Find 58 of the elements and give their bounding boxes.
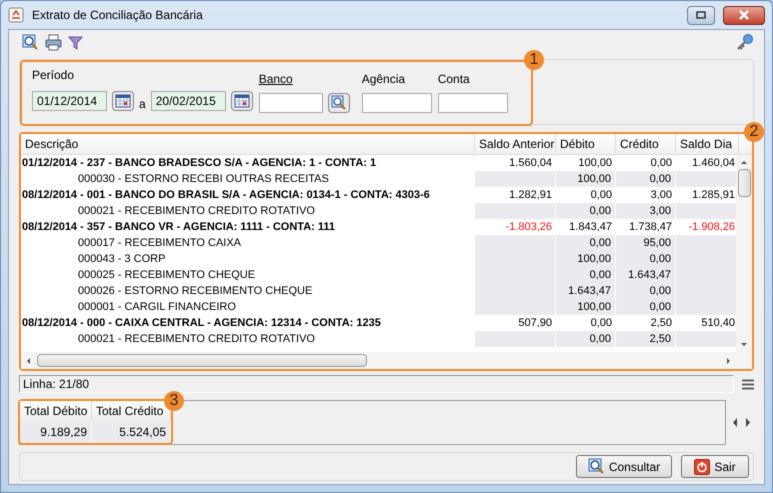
table-cell: 1.643,47 <box>556 283 616 299</box>
scroll-right-icon[interactable] <box>744 418 750 427</box>
table-cell: 0,00 <box>616 171 676 187</box>
bank-link[interactable]: Banco <box>258 70 350 88</box>
calendar-button[interactable] <box>230 91 253 111</box>
callout-badge: 2 <box>744 122 764 142</box>
exit-button[interactable]: Sair <box>681 455 749 478</box>
app-icon <box>8 7 24 23</box>
column-header: Total Crédito <box>92 401 171 422</box>
window-title: Extrato de Conciliação Bancária <box>32 7 203 24</box>
filter-icon[interactable] <box>68 34 83 50</box>
column-header: Total Débito <box>20 401 92 422</box>
table-cell: 100,00 <box>556 171 616 187</box>
date-from-field[interactable]: 01/12/2014 <box>32 91 107 111</box>
scroll-thumb[interactable] <box>738 169 750 197</box>
table-cell: 0,00 <box>616 251 676 267</box>
table-cell: 0,00 <box>616 283 676 299</box>
close-button[interactable] <box>723 6 765 24</box>
key-icon[interactable] <box>736 33 754 51</box>
row-status-field: Linha: 21/80 <box>19 375 734 393</box>
table-cell: 100,00 <box>556 299 616 315</box>
table-cell: 95,00 <box>616 235 676 251</box>
calendar-button[interactable] <box>112 91 134 111</box>
callout-badge: 3 <box>164 391 184 411</box>
power-icon <box>694 458 710 474</box>
table-cell: 5.524,05 <box>92 422 171 442</box>
close-icon <box>738 10 750 20</box>
table-cell: 1.643,47 <box>616 267 676 283</box>
restore-button[interactable] <box>687 6 715 24</box>
search-icon <box>588 458 605 475</box>
vertical-scrollbar[interactable] <box>736 155 752 352</box>
search-icon[interactable] <box>22 34 39 50</box>
horizontal-scrollbar[interactable] <box>21 352 752 369</box>
separator-text: a <box>139 96 146 113</box>
table-cell: 2,50 <box>616 331 676 347</box>
menu-icon[interactable] <box>742 378 754 390</box>
scroll-thumb[interactable] <box>37 354 367 367</box>
table-cell: 9.189,29 <box>20 422 92 442</box>
bank-field[interactable] <box>258 93 323 113</box>
table-cell: 3,00 <box>616 203 676 219</box>
agency-label: Agência <box>362 71 406 88</box>
scroll-left-icon[interactable] <box>732 418 738 427</box>
account-label: Conta <box>438 71 471 88</box>
printer-icon[interactable] <box>45 34 62 50</box>
restore-icon <box>696 11 706 19</box>
search-button[interactable]: Consultar <box>576 455 672 478</box>
account-field[interactable] <box>438 93 508 113</box>
callout-badge: 1 <box>524 50 544 70</box>
bank-search-button[interactable] <box>328 93 350 113</box>
table-cell: 0,00 <box>556 235 616 251</box>
table-cell: 0,00 <box>556 203 616 219</box>
table-cell: 0,00 <box>616 299 676 315</box>
period-label: Período <box>32 67 76 84</box>
date-to-field[interactable]: 20/02/2015 <box>150 91 226 111</box>
table-cell: 0,00 <box>556 267 616 283</box>
table-cell: 100,00 <box>556 251 616 267</box>
table-cell: 0,00 <box>556 331 616 347</box>
agency-field[interactable] <box>362 93 432 113</box>
